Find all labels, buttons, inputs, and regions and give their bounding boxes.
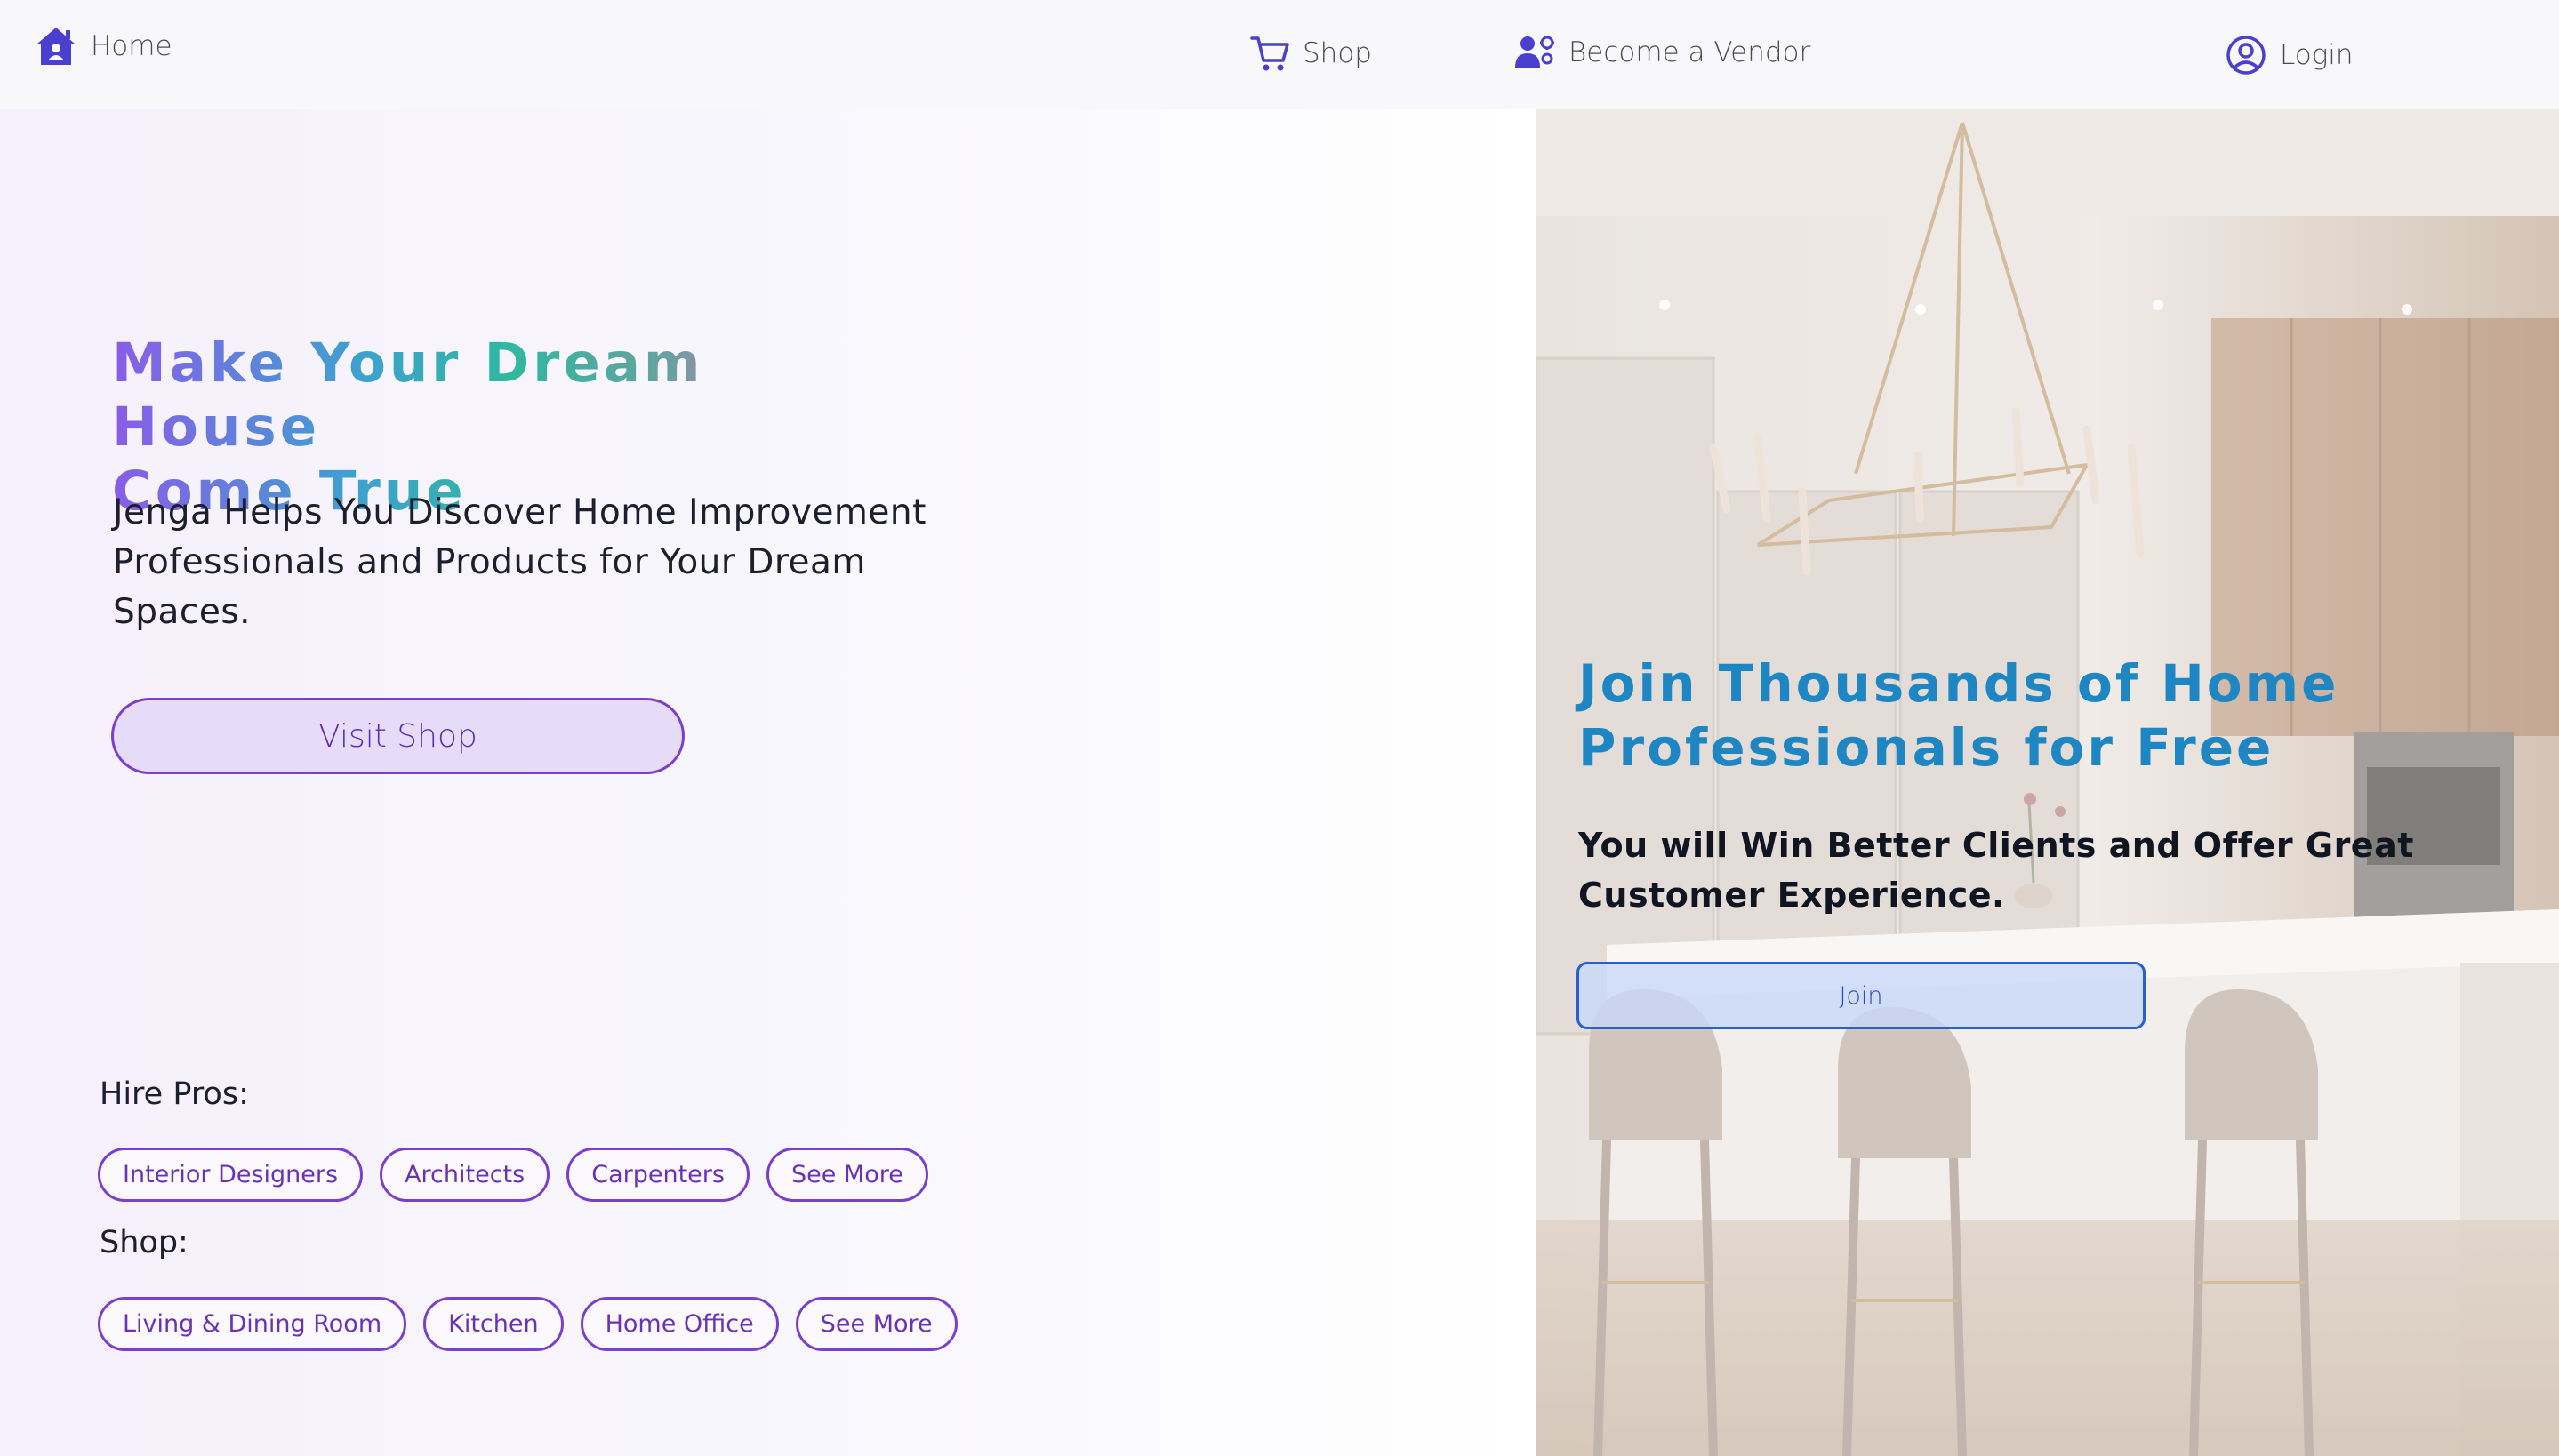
shop-pills: Living & Dining Room Kitchen Home Office…: [98, 1297, 958, 1351]
vendor-panel: Join Thousands of Home Professionals for…: [1536, 109, 2559, 1456]
pill-living-dining-room[interactable]: Living & Dining Room: [98, 1297, 407, 1351]
shop-label: Shop:: [100, 1225, 189, 1260]
kitchen-background-image: [1536, 109, 2559, 1456]
vendor-panel-title: Join Thousands of Home Professionals for…: [1578, 653, 2339, 778]
top-nav: Home Shop Become a Vendor Login: [0, 0, 2559, 109]
nav-vendor-label: Become a Vendor: [1568, 36, 1811, 68]
hire-pros-pills: Interior Designers Architects Carpenters…: [98, 1148, 928, 1202]
user-circle-icon: [2225, 34, 2267, 76]
house-icon: [34, 25, 78, 68]
cart-icon: [1249, 34, 1290, 73]
hero-section: Make Your Dream House Come True Jenga He…: [0, 109, 1536, 1456]
vendor-gear-icon: [1513, 34, 1556, 71]
nav-home-link[interactable]: Home: [34, 25, 172, 68]
visit-shop-button[interactable]: Visit Shop: [111, 698, 685, 774]
hero-subtext: Jenga Helps You Discover Home Improvemen…: [113, 492, 927, 632]
vendor-panel-subtitle: You will Win Better Clients and Offer Gr…: [1578, 826, 2414, 915]
pill-architects[interactable]: Architects: [380, 1148, 550, 1202]
join-button[interactable]: Join: [1576, 962, 2146, 1029]
pill-hire-see-more[interactable]: See More: [766, 1148, 928, 1202]
pill-kitchen[interactable]: Kitchen: [423, 1297, 564, 1351]
pill-carpenters[interactable]: Carpenters: [566, 1148, 750, 1202]
nav-home-label: Home: [91, 30, 172, 62]
pill-interior-designers[interactable]: Interior Designers: [98, 1148, 364, 1202]
nav-become-vendor-link[interactable]: Become a Vendor: [1513, 34, 1810, 71]
hire-pros-label: Hire Pros:: [100, 1076, 249, 1112]
nav-login-link[interactable]: Login: [2225, 34, 2354, 76]
pill-shop-see-more[interactable]: See More: [795, 1297, 958, 1351]
nav-login-label: Login: [2280, 39, 2354, 71]
pill-home-office[interactable]: Home Office: [580, 1297, 779, 1351]
hero-headline-line1: Make Your Dream House: [112, 332, 704, 459]
nav-shop-label: Shop: [1303, 37, 1372, 69]
nav-shop-link[interactable]: Shop: [1249, 34, 1372, 73]
